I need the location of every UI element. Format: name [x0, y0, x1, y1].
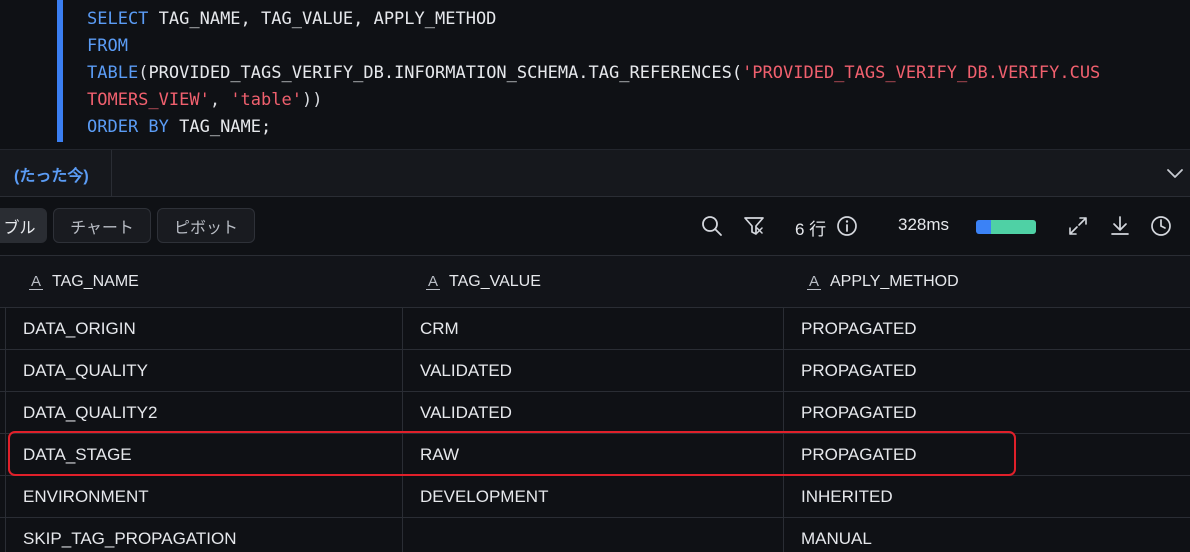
table-cell[interactable]: PROPAGATED [801, 434, 917, 475]
expand-icon[interactable] [1066, 214, 1090, 238]
text-type-icon: A [426, 272, 440, 290]
table-cell[interactable]: DATA_QUALITY [23, 350, 148, 391]
results-table: A TAG_NAME A TAG_VALUE A APPLY_METHOD DATA_… [0, 255, 1190, 552]
text-type-icon: A [807, 272, 821, 290]
column-header-apply-method[interactable]: A APPLY_METHOD [807, 256, 959, 307]
text-type-icon: A [29, 272, 43, 290]
table-cell[interactable]: ENVIRONMENT [23, 476, 149, 517]
table-cell[interactable]: PROPAGATED [801, 350, 917, 391]
table-row[interactable]: DATA_QUALITY VALIDATED PROPAGATED [0, 350, 1190, 392]
table-cell[interactable]: DATA_QUALITY2 [23, 392, 157, 433]
table-cell[interactable]: CRM [420, 308, 459, 349]
code-line-2: FROM [87, 36, 128, 56]
code-line-4: TOMERS_VIEW', 'table')) [87, 90, 323, 110]
query-duration: 328ms [898, 215, 950, 234]
table-view-button[interactable]: ブル [0, 208, 47, 243]
download-icon[interactable] [1108, 214, 1132, 238]
code-line-1: SELECT TAG_NAME, TAG_VALUE, APPLY_METHOD [87, 9, 497, 29]
active-statement-bar [57, 0, 63, 142]
table-cell[interactable]: PROPAGATED [801, 392, 917, 433]
query-timing-bar [976, 220, 1036, 234]
clock-icon[interactable] [1149, 214, 1173, 238]
filter-icon[interactable] [742, 214, 766, 238]
table-cell[interactable]: PROPAGATED [801, 308, 917, 349]
table-cell[interactable]: DATA_STAGE [23, 434, 132, 475]
pivot-view-button[interactable]: ピボット [157, 208, 255, 243]
table-row[interactable]: DATA_ORIGIN CRM PROPAGATED [0, 308, 1190, 350]
table-header-row: A TAG_NAME A TAG_VALUE A APPLY_METHOD [0, 255, 1190, 308]
sql-editor[interactable]: SELECT TAG_NAME, TAG_VALUE, APPLY_METHOD… [0, 0, 1190, 149]
search-icon[interactable] [700, 214, 724, 238]
table-cell[interactable]: RAW [420, 434, 459, 475]
table-cell[interactable]: INHERITED [801, 476, 893, 517]
table-row[interactable]: SKIP_TAG_PROPAGATION MANUAL [0, 518, 1190, 552]
table-cell[interactable]: SKIP_TAG_PROPAGATION [23, 518, 237, 552]
table-cell[interactable]: MANUAL [801, 518, 872, 552]
table-row[interactable]: DATA_STAGE RAW PROPAGATED [0, 434, 1190, 476]
timing-bar-compile [976, 220, 991, 234]
timing-bar-execute [991, 220, 1036, 234]
table-cell[interactable]: VALIDATED [420, 350, 512, 391]
chart-view-button[interactable]: チャート [53, 208, 151, 243]
code-line-5: ORDER BY TAG_NAME; [87, 117, 272, 137]
table-row[interactable]: DATA_QUALITY2 VALIDATED PROPAGATED [0, 392, 1190, 434]
info-icon[interactable] [835, 214, 859, 238]
sql-code[interactable]: SELECT TAG_NAME, TAG_VALUE, APPLY_METHOD… [87, 6, 1100, 141]
column-header-tag-name[interactable]: A TAG_NAME [29, 256, 139, 307]
table-cell[interactable]: DATA_ORIGIN [23, 308, 136, 349]
result-tab-label: (たった今) [14, 167, 89, 185]
result-tab-bar: (たった今) [0, 149, 1190, 197]
column-header-tag-value[interactable]: A TAG_VALUE [426, 256, 541, 307]
table-cell[interactable]: DEVELOPMENT [420, 476, 548, 517]
table-cell[interactable]: VALIDATED [420, 392, 512, 433]
row-count: 6 行 [795, 220, 827, 239]
result-tab[interactable]: (たった今) [0, 150, 112, 197]
code-line-3: TABLE(PROVIDED_TAGS_VERIFY_DB.INFORMATIO… [87, 63, 1101, 83]
table-row[interactable]: ENVIRONMENT DEVELOPMENT INHERITED [0, 476, 1190, 518]
chevron-down-icon[interactable] [1164, 162, 1186, 184]
